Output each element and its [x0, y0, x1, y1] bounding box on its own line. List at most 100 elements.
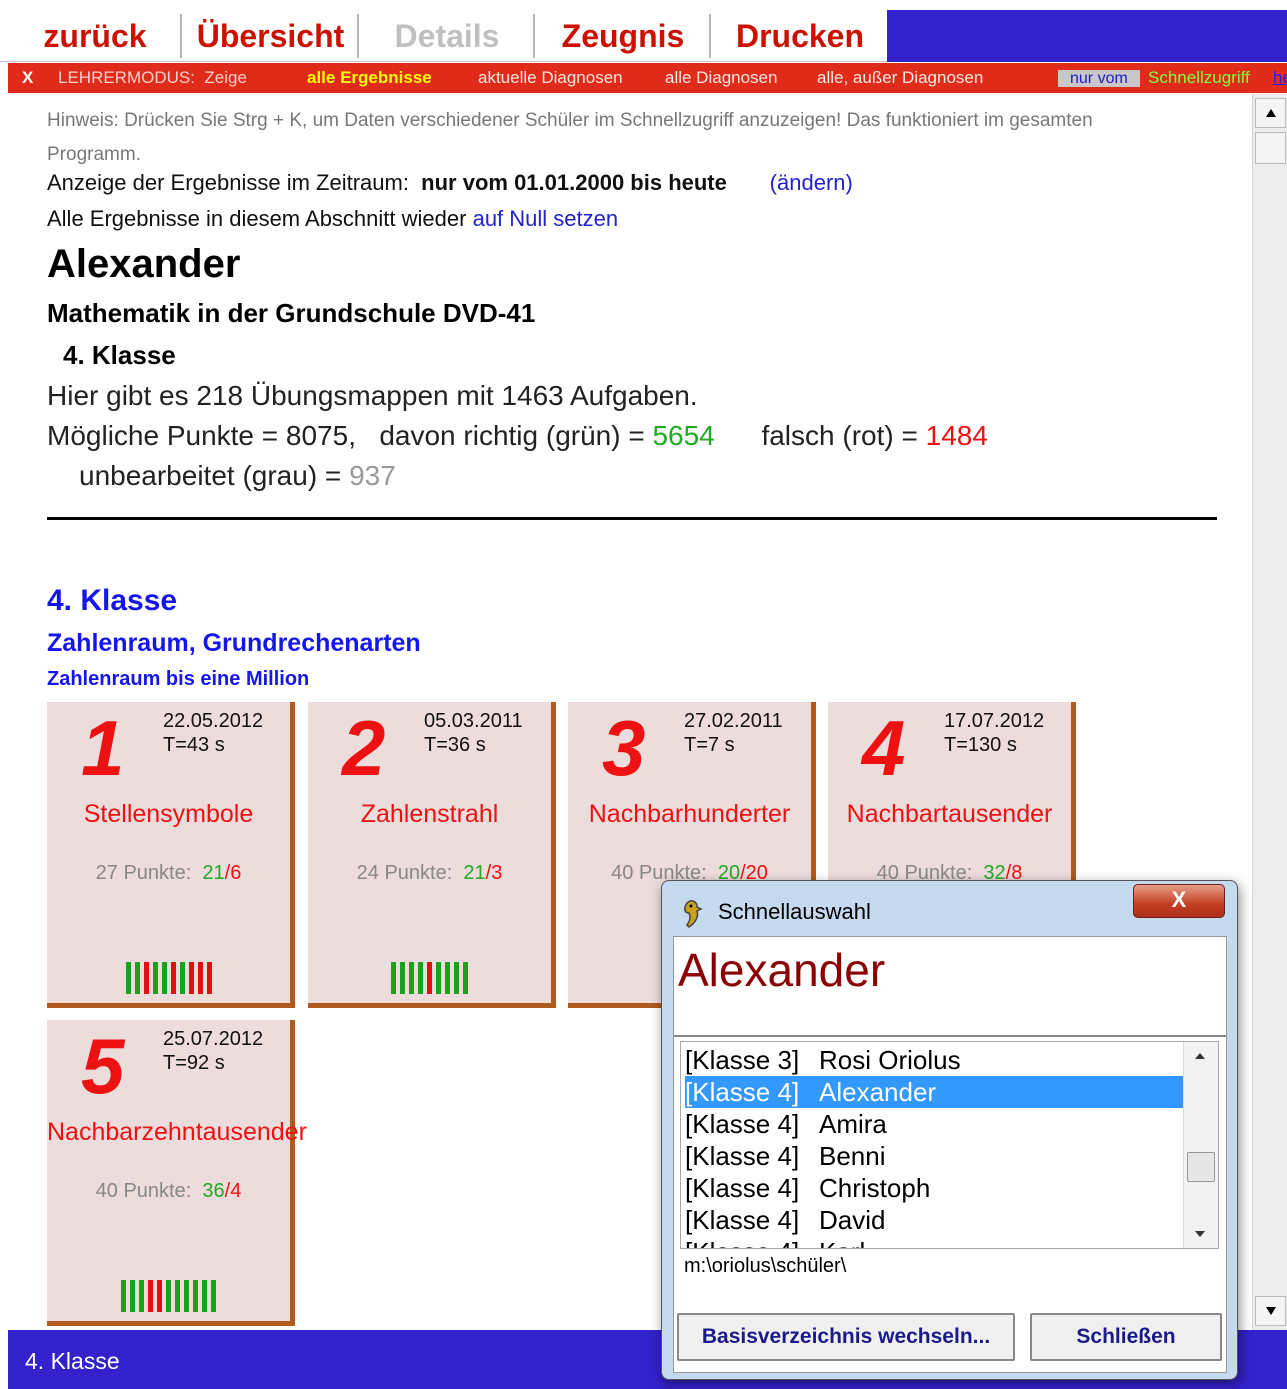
section-subtopic-heading: Zahlenraum bis eine Million — [47, 668, 310, 690]
student-list-item[interactable]: [Klasse 3] Rosi Oriolus — [685, 1044, 1185, 1076]
card-title: Nachbartausender — [846, 800, 1053, 828]
only-from-button[interactable]: nur vom — [1058, 70, 1140, 87]
result-bar — [143, 962, 149, 994]
result-bar — [161, 962, 167, 994]
clipped-top-text — [0, 0, 1287, 10]
change-range-link[interactable]: (ändern) — [770, 170, 853, 195]
card-result-bars — [308, 962, 551, 994]
list-scroll-up-icon[interactable] — [1194, 1052, 1206, 1060]
card-result-bars — [47, 962, 290, 994]
main-scrollbar[interactable] — [1252, 94, 1287, 1330]
card-wrong-count: 3 — [491, 862, 503, 884]
result-bar — [179, 962, 185, 994]
card-time: T=36 s — [424, 734, 486, 756]
result-bar — [175, 1280, 180, 1312]
card-number: 3 — [602, 704, 646, 792]
filter-current-diagnoses[interactable]: aktuelle Diagnosen — [478, 63, 623, 93]
time-range: Anzeige der Ergebnisse im Zeitraum: nur … — [47, 170, 853, 195]
student-list[interactable]: [Klasse 3] Rosi Oriolus [Klasse 4] Alexande… — [680, 1041, 1219, 1249]
list-scrollbar[interactable] — [1183, 1042, 1218, 1248]
student-list-item[interactable]: [Klasse 4] Amira — [685, 1108, 1185, 1140]
list-scroll-down-icon[interactable] — [1194, 1230, 1206, 1238]
result-bar — [391, 962, 396, 994]
reset-line: Alle Ergebnisse in diesem Abschnitt wied… — [47, 206, 619, 231]
scroll-thumb[interactable] — [1255, 132, 1286, 164]
student-list-item[interactable]: [Klasse 4] David — [685, 1204, 1185, 1236]
scroll-up-icon[interactable] — [1255, 98, 1286, 128]
app-window: zurück Übersicht Details Zeugnis Drucken… — [0, 0, 1287, 1389]
student-list-item[interactable]: [Klasse 4] Alexander — [685, 1076, 1185, 1108]
close-mode-icon[interactable]: X — [22, 63, 33, 93]
card-number: 2 — [342, 704, 386, 792]
card-title: Nachbarzehntausender — [47, 1118, 307, 1146]
dialog-close-button[interactable]: X — [1133, 884, 1225, 918]
result-bar — [445, 962, 450, 994]
student-list-item[interactable]: [Klasse 4] Christoph — [685, 1172, 1185, 1204]
result-bar — [152, 962, 158, 994]
report-button[interactable]: Zeugnis — [537, 14, 711, 58]
result-bar — [166, 1280, 171, 1312]
reset-link[interactable]: auf Null setzen — [473, 206, 619, 231]
card-time: T=92 s — [163, 1052, 225, 1074]
card-number: 4 — [862, 704, 906, 792]
course-name: Mathematik in der Grundschule DVD-41 — [47, 298, 536, 328]
result-bar — [418, 962, 423, 994]
card-time: T=7 s — [684, 734, 735, 756]
overview-button[interactable]: Übersicht — [184, 14, 359, 58]
result-bar — [211, 1280, 216, 1312]
dialog-title: Schnellauswahl — [718, 899, 871, 924]
exercise-card[interactable]: 1 22.05.2012 T=43 s Stellensymbole 27 Punkte… — [47, 702, 295, 1008]
exercise-card[interactable]: 5 25.07.2012 T=92 s Nachbarzehntausender 40 … — [47, 1020, 307, 1326]
scroll-down-icon[interactable] — [1255, 1296, 1286, 1326]
wrong-count: 1484 — [925, 420, 988, 451]
student-list-item[interactable]: [Klasse 4]Karl — [685, 1236, 1185, 1248]
card-points: 27 Punkte: 21/6 — [95, 862, 242, 884]
divider — [47, 517, 1217, 520]
status-text: 4. Klasse — [25, 1348, 120, 1374]
quick-select-dialog: Schnellauswahl X Alexander [Klasse 3] Ros… — [661, 880, 1238, 1380]
result-bar — [427, 962, 432, 994]
back-button[interactable]: zurück — [10, 14, 182, 58]
result-bar — [454, 962, 459, 994]
result-bar — [134, 962, 140, 994]
card-time: T=130 s — [944, 734, 1017, 756]
card-wrong-count: 6 — [230, 862, 242, 884]
result-bar — [148, 1280, 153, 1312]
summary-line: Hier gibt es 218 Übungsmappen mit 1463 A… — [47, 380, 698, 411]
card-date: 27.02.2011 — [684, 710, 783, 732]
filter-all-diagnoses[interactable]: alle Diagnosen — [665, 63, 777, 93]
card-result-bars — [47, 1280, 290, 1312]
result-bar — [188, 962, 194, 994]
card-time: T=43 s — [163, 734, 225, 756]
card-right-count: 21 — [463, 862, 486, 884]
list-scroll-thumb[interactable] — [1187, 1152, 1215, 1182]
card-date: 22.05.2012 — [163, 710, 264, 732]
change-directory-button[interactable]: Basisverzeichnis wechseln... — [677, 1313, 1015, 1361]
result-bar — [170, 962, 176, 994]
quick-access-link[interactable]: Schnellzugriff — [1148, 63, 1250, 93]
result-bar — [400, 962, 405, 994]
help-link[interactable]: he — [1273, 63, 1287, 93]
result-bar — [409, 962, 414, 994]
unworked-summary: unbearbeitet (grau) = 937 — [79, 460, 396, 491]
card-number: 1 — [81, 704, 125, 792]
close-icon: X — [1171, 887, 1187, 912]
card-date: 17.07.2012 — [944, 710, 1045, 732]
details-button[interactable]: Details — [361, 14, 535, 58]
card-points: 24 Punkte: 21/3 — [356, 862, 503, 884]
time-range-value: nur vom 01.01.2000 bis heute — [421, 170, 727, 195]
exercise-card[interactable]: 2 05.03.2011 T=36 s Zahlenstrahl 24 Punkte: … — [308, 702, 556, 1008]
unworked-count: 937 — [349, 460, 396, 491]
filter-all-results[interactable]: alle Ergebnisse — [307, 63, 432, 93]
points-summary: Mögliche Punkte = 8075, davon richtig (g… — [47, 420, 988, 451]
grade-heading: 4. Klasse — [63, 340, 176, 370]
filter-all-except-diagnoses[interactable]: alle, außer Diagnosen — [817, 63, 983, 93]
selected-name-box: Alexander — [674, 937, 1226, 1037]
card-title: Zahlenstrahl — [360, 800, 499, 828]
student-list-item[interactable]: [Klasse 4] Benni — [685, 1140, 1185, 1172]
print-button[interactable]: Drucken — [713, 14, 887, 58]
card-right-count: 36 — [202, 1180, 225, 1202]
nav-filler — [887, 10, 1287, 62]
card-date: 25.07.2012 — [163, 1028, 264, 1050]
close-dialog-button[interactable]: Schließen — [1030, 1313, 1222, 1361]
